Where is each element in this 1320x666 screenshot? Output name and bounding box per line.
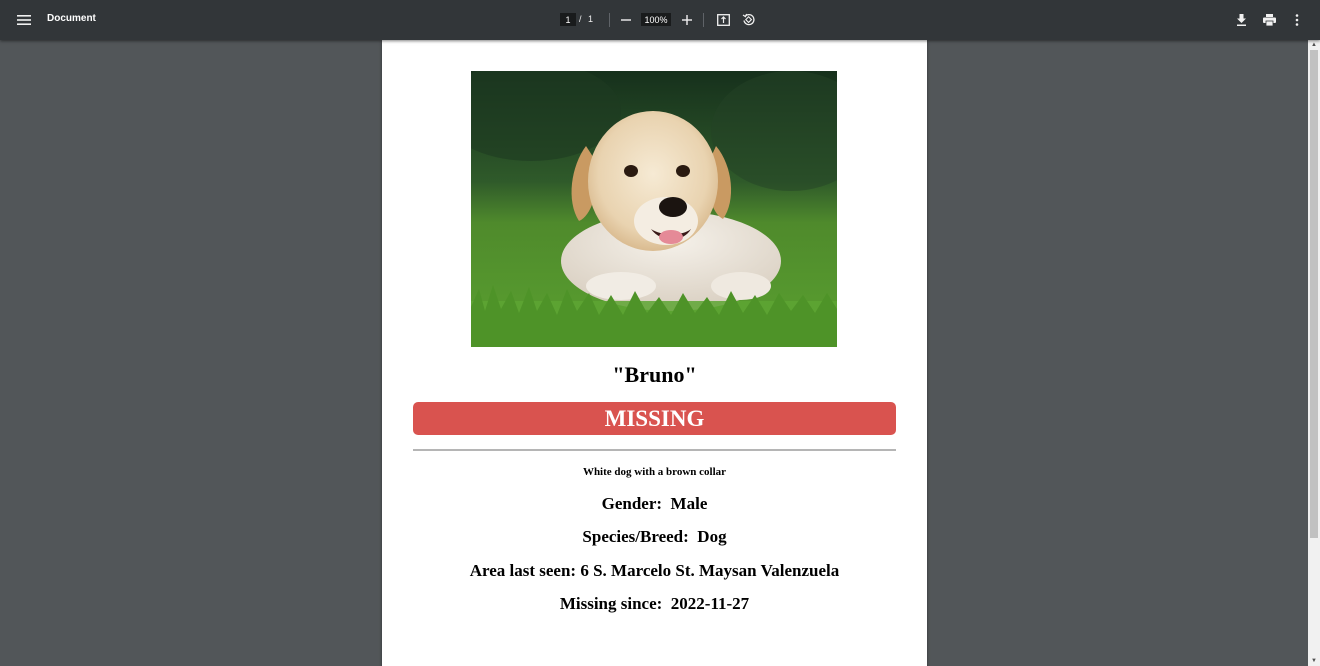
- scroll-down-arrow-icon[interactable]: ▼: [1308, 656, 1320, 666]
- zoom-in-icon[interactable]: [679, 12, 695, 28]
- zoom-input[interactable]: 100%: [641, 13, 671, 26]
- pet-gender: Gender: Male: [601, 494, 708, 513]
- document-page: "Bruno" MISSING White dog with a brown c…: [382, 40, 927, 666]
- menu-icon[interactable]: [12, 8, 36, 32]
- missing-banner: MISSING: [413, 402, 896, 435]
- pet-description: White dog with a brown collar: [582, 466, 727, 478]
- page-total: 1: [588, 14, 594, 24]
- more-vert-icon[interactable]: [1288, 11, 1305, 28]
- rotate-icon[interactable]: [740, 11, 757, 28]
- dog-photo: [471, 71, 837, 347]
- page-separator: /: [579, 14, 582, 24]
- missing-since: Missing since: 2022-11-27: [559, 594, 750, 613]
- vertical-scrollbar[interactable]: ▲ ▼: [1308, 40, 1320, 666]
- scroll-up-arrow-icon[interactable]: ▲: [1308, 40, 1320, 50]
- pet-name: "Bruno": [612, 362, 697, 387]
- fit-to-page-icon[interactable]: [715, 11, 732, 28]
- print-icon[interactable]: [1260, 11, 1278, 28]
- download-icon[interactable]: [1233, 11, 1250, 28]
- document-title: Document: [47, 13, 96, 24]
- toolbar-divider: [609, 13, 610, 27]
- page-number-input[interactable]: 1: [560, 13, 576, 26]
- pdf-toolbar: Document 1 / 1 100%: [0, 0, 1320, 40]
- toolbar-divider: [703, 13, 704, 27]
- horizontal-rule: [413, 449, 896, 451]
- area-last-seen: Area last seen: 6 S. Marcelo St. Maysan …: [469, 561, 840, 580]
- scroll-thumb[interactable]: [1310, 50, 1318, 538]
- zoom-out-icon[interactable]: [618, 12, 634, 28]
- pet-species: Species/Breed: Dog: [582, 527, 727, 546]
- pdf-viewer[interactable]: "Bruno" MISSING White dog with a brown c…: [0, 40, 1308, 666]
